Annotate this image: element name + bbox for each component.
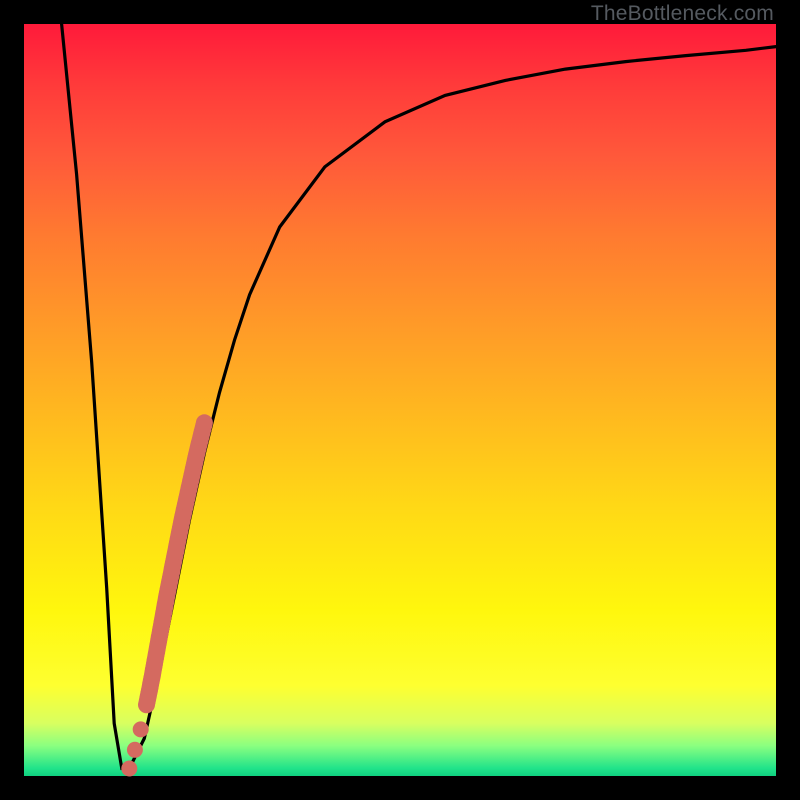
chart-frame: TheBottleneck.com	[0, 0, 800, 800]
highlight-dot	[127, 742, 143, 758]
highlight-dots-group	[121, 414, 213, 776]
highlight-dot	[196, 414, 213, 431]
chart-plot-area	[24, 24, 776, 776]
chart-svg	[24, 24, 776, 776]
highlight-dot	[121, 761, 137, 777]
watermark-text: TheBottleneck.com	[591, 2, 774, 26]
bottleneck-curve-line	[62, 24, 776, 769]
highlight-dot	[133, 721, 149, 737]
